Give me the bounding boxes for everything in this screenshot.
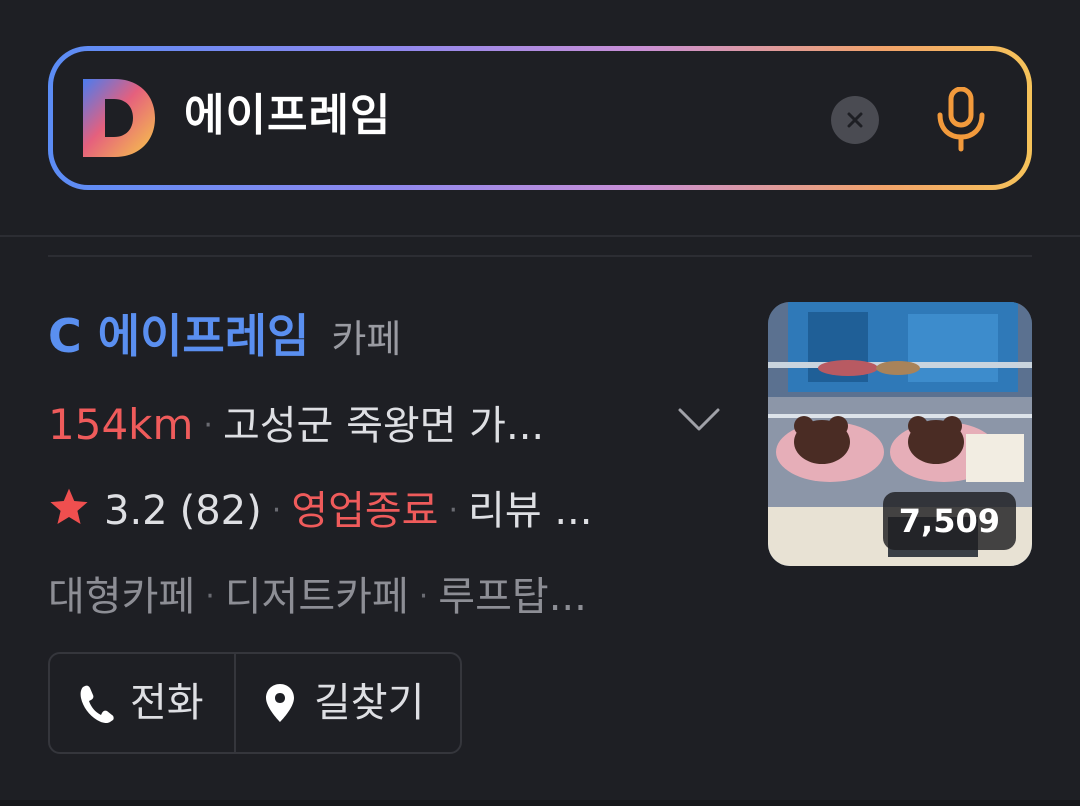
separator: · [448, 493, 459, 528]
tags-row: 대형카페 · 디저트카페 · 루프탑... [48, 566, 728, 628]
address: 고성군 죽왕면 가... [222, 403, 545, 449]
location-pin-icon [266, 684, 294, 722]
clear-button[interactable] [831, 96, 879, 144]
separator: · [271, 493, 282, 528]
call-button[interactable]: 전화 [50, 654, 236, 752]
separator: · [418, 579, 429, 614]
daum-logo-icon [83, 79, 155, 157]
rating-row: 3.2 (82) · 영업종료 · 리뷰 ... [48, 480, 708, 542]
section-divider [0, 800, 1080, 806]
divider [0, 235, 1080, 237]
tag: 루프탑... [438, 574, 587, 620]
search-bar-inner: 에이프레임 [53, 51, 1027, 185]
result-title-row[interactable]: C 에이프레임 카페 [48, 303, 401, 373]
business-status: 영업종료 [291, 488, 439, 534]
distance: 154km [48, 400, 194, 449]
route-button[interactable]: 길찾기 [236, 654, 460, 752]
search-input[interactable]: 에이프레임 [184, 83, 391, 149]
search-bar[interactable]: 에이프레임 [48, 46, 1032, 190]
tag: 디저트카페 [224, 574, 409, 620]
chevron-down-icon[interactable] [676, 400, 722, 440]
tag: 대형카페 [48, 574, 196, 620]
action-buttons: 전화 길찾기 [48, 652, 462, 754]
star-icon [50, 488, 88, 524]
review-count: (82) [179, 488, 262, 534]
review-link[interactable]: 리뷰 ... [468, 488, 592, 534]
place-category: 카페 [331, 317, 402, 361]
search-result-page: 에이프레임 C 에이프레임 카페 154km · 고성군 죽왕면 가... 3.2( [0, 0, 1080, 806]
route-label: 길찾기 [314, 680, 425, 726]
photo-count-badge: 7,509 [882, 492, 1016, 550]
rating-value: 3.2 [104, 488, 168, 534]
address-row[interactable]: 154km · 고성군 죽왕면 가... [48, 394, 668, 456]
call-label: 전화 [130, 680, 204, 726]
place-thumbnail[interactable]: 7,509 [768, 302, 1032, 566]
close-icon [847, 112, 863, 128]
separator: · [203, 408, 213, 443]
separator: · [205, 579, 215, 614]
place-name-link[interactable]: C 에이프레임 [48, 309, 309, 363]
phone-icon [80, 685, 114, 723]
divider [48, 255, 1032, 257]
microphone-icon[interactable] [935, 87, 987, 153]
